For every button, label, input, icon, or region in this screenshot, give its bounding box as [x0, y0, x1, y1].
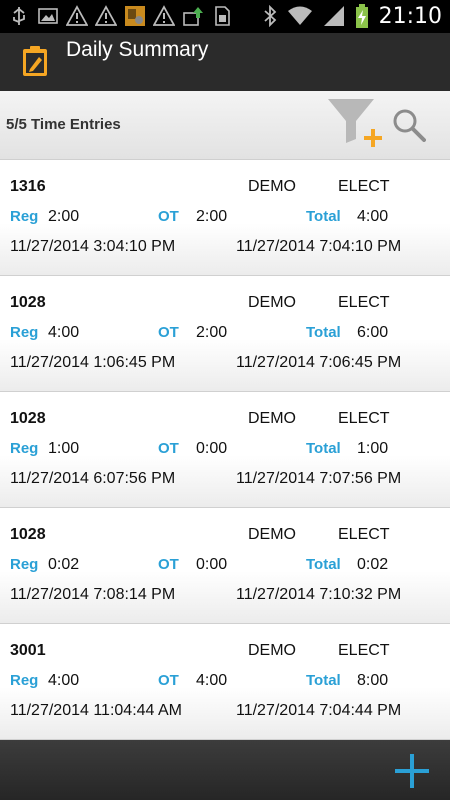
ot-label: OT: [158, 556, 179, 573]
job-number: 1028: [10, 410, 46, 427]
ot-label: OT: [158, 324, 179, 341]
total-value: 8:00: [357, 672, 389, 689]
total-value: 4:00: [357, 208, 389, 225]
end-time: 11/27/2014 7:04:44 PM: [236, 702, 402, 719]
reg-label: Reg: [10, 324, 39, 341]
reg-label: Reg: [10, 440, 39, 457]
warning-icon: [95, 5, 117, 26]
entry-type: ELECT: [338, 526, 390, 543]
upload-icon: [183, 7, 203, 26]
clock: 21:10: [378, 3, 442, 29]
ot-value: 2:00: [196, 324, 228, 341]
entry-category: DEMO: [248, 178, 296, 195]
entry-category: DEMO: [248, 642, 296, 659]
ot-value: 0:00: [196, 440, 228, 457]
entry-type: ELECT: [338, 294, 390, 311]
reg-value: 1:00: [48, 440, 80, 457]
status-bar: 21:10: [0, 0, 450, 33]
ot-value: 4:00: [196, 672, 228, 689]
end-time: 11/27/2014 7:04:10 PM: [236, 238, 402, 255]
reg-label: Reg: [10, 208, 39, 225]
entry-category: DEMO: [248, 294, 296, 311]
usb-icon: [13, 7, 25, 25]
sim-icon: [215, 6, 230, 26]
end-time: 11/27/2014 7:10:32 PM: [236, 586, 402, 603]
job-number: 3001: [10, 642, 46, 659]
system-icons: 21:10: [263, 3, 442, 29]
reg-label: Reg: [10, 672, 39, 689]
entry-type: ELECT: [338, 410, 390, 427]
reg-label: Reg: [10, 556, 39, 573]
total-label: Total: [306, 440, 341, 457]
entry-type: ELECT: [338, 178, 390, 195]
reg-value: 0:02: [48, 556, 80, 573]
time-entry-list[interactable]: 1316 DEMO ELECT Reg 2:00 OT 2:00 Total 4…: [0, 160, 450, 740]
warning-icon: [153, 5, 175, 26]
plus-icon[interactable]: [393, 752, 431, 790]
battery-charging-icon: [355, 4, 368, 28]
entry-category: DEMO: [248, 410, 296, 427]
entry-type: ELECT: [338, 642, 390, 659]
start-time: 11/27/2014 6:07:56 PM: [10, 470, 176, 487]
page-title: Daily Summary: [66, 38, 209, 61]
signal-icon: [323, 6, 344, 26]
app-notification-icon: [125, 6, 145, 26]
reg-value: 4:00: [48, 324, 80, 341]
total-value: 6:00: [357, 324, 389, 341]
action-bar: Daily Summary: [0, 33, 450, 91]
wifi-icon: [287, 6, 312, 25]
total-label: Total: [306, 324, 341, 341]
reg-value: 2:00: [48, 208, 80, 225]
image-icon: [38, 8, 58, 24]
search-icon[interactable]: [392, 108, 426, 142]
end-time: 11/27/2014 7:06:45 PM: [236, 354, 402, 371]
total-label: Total: [306, 672, 341, 689]
reg-value: 4:00: [48, 672, 80, 689]
job-number: 1028: [10, 526, 46, 543]
total-label: Total: [306, 556, 341, 573]
time-entry-row[interactable]: 1028 DEMO ELECT Reg 1:00 OT 0:00 Total 1…: [0, 392, 450, 508]
start-time: 11/27/2014 7:08:14 PM: [10, 586, 176, 603]
job-number: 1028: [10, 294, 46, 311]
time-entry-row[interactable]: 1028 DEMO ELECT Reg 0:02 OT 0:00 Total 0…: [0, 508, 450, 624]
ot-label: OT: [158, 440, 179, 457]
clipboard-edit-icon[interactable]: [22, 45, 48, 77]
time-entry-row[interactable]: 1028 DEMO ELECT Reg 4:00 OT 2:00 Total 6…: [0, 276, 450, 392]
ot-value: 2:00: [196, 208, 228, 225]
start-time: 11/27/2014 11:04:44 AM: [10, 702, 182, 719]
end-time: 11/27/2014 7:07:56 PM: [236, 470, 402, 487]
total-value: 0:02: [357, 556, 389, 573]
bluetooth-icon: [263, 5, 276, 27]
notification-icons: [8, 5, 233, 27]
bottom-action-bar: [0, 740, 450, 800]
warning-icon: [66, 5, 88, 26]
ot-label: OT: [158, 672, 179, 689]
entry-count-label: 5/5 Time Entries: [6, 116, 121, 133]
total-value: 1:00: [357, 440, 389, 457]
start-time: 11/27/2014 1:06:45 PM: [10, 354, 176, 371]
ot-label: OT: [158, 208, 179, 225]
start-time: 11/27/2014 3:04:10 PM: [10, 238, 176, 255]
entry-category: DEMO: [248, 526, 296, 543]
time-entry-row[interactable]: 1316 DEMO ELECT Reg 2:00 OT 2:00 Total 4…: [0, 160, 450, 276]
job-number: 1316: [10, 178, 46, 195]
filter-add-icon[interactable]: [326, 97, 384, 153]
total-label: Total: [306, 208, 341, 225]
list-toolbar: 5/5 Time Entries: [0, 91, 450, 160]
time-entry-row[interactable]: 3001 DEMO ELECT Reg 4:00 OT 4:00 Total 8…: [0, 624, 450, 740]
ot-value: 0:00: [196, 556, 228, 573]
